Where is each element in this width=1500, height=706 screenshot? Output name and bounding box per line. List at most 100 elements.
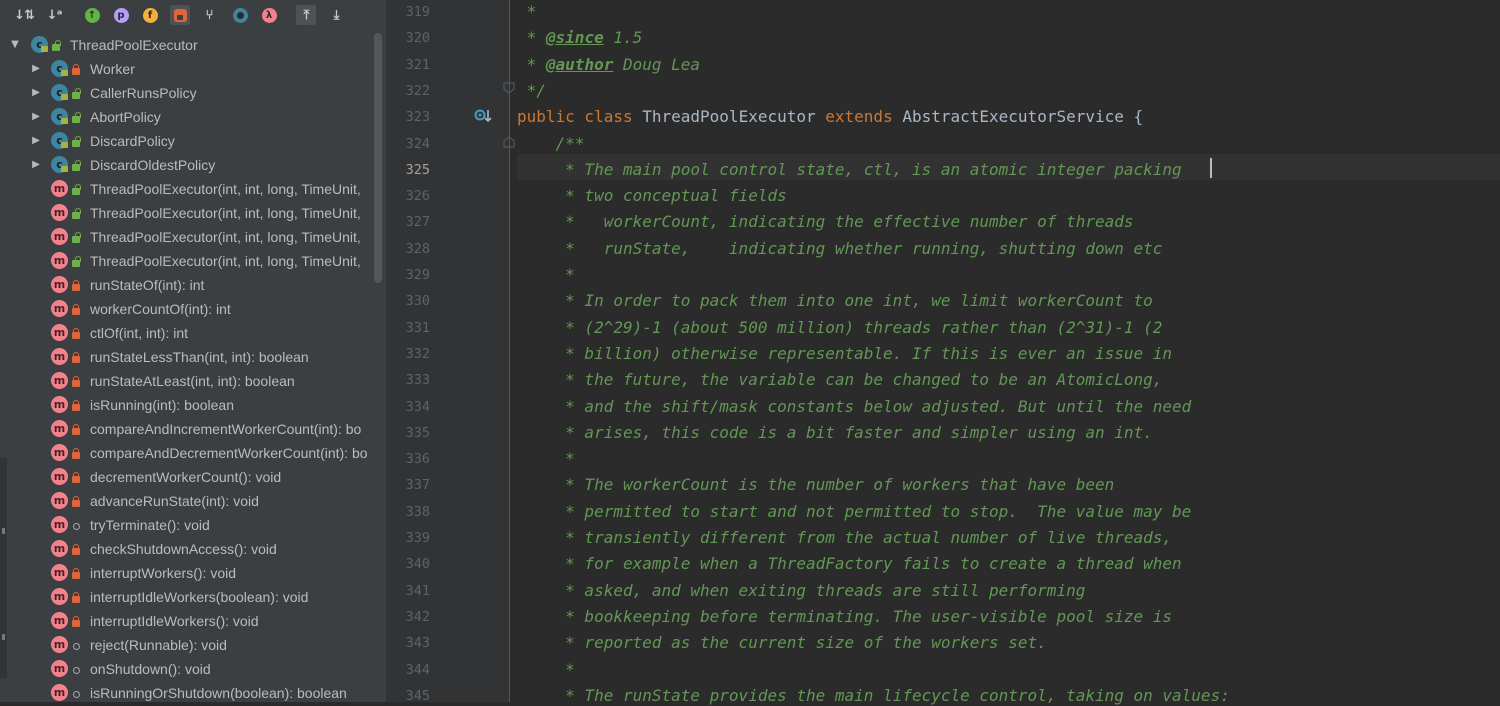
tree-method-node[interactable]: m ThreadPoolExecutor(int, int, long, Time… bbox=[0, 177, 386, 201]
tree-method-node[interactable]: m workerCountOf(int): int bbox=[0, 297, 386, 321]
tree-method-node[interactable]: m compareAndDecrementWorkerCount(int): bo bbox=[0, 441, 386, 465]
lock-body-shape bbox=[72, 188, 80, 195]
tree-item-label: interruptIdleWorkers(boolean): void bbox=[90, 589, 309, 605]
code-line[interactable]: * bbox=[517, 449, 575, 469]
tree-method-node[interactable]: m checkShutdownAccess(): void bbox=[0, 537, 386, 561]
show-hierarchy-button[interactable]: ⑂ bbox=[199, 5, 219, 25]
code-line[interactable]: * and the shift/mask constants below adj… bbox=[517, 397, 1191, 417]
tree-class-node[interactable]: ▶ c Worker bbox=[0, 57, 386, 81]
tree-method-node[interactable]: m onShutdown(): void bbox=[0, 657, 386, 681]
show-non-public-button[interactable] bbox=[170, 5, 190, 25]
code-line[interactable]: * the future, the variable can be change… bbox=[517, 370, 1162, 390]
code-line[interactable]: * runState, indicating whether running, … bbox=[517, 239, 1162, 259]
private-visibility-icon bbox=[71, 64, 81, 75]
show-anonymous-classes-button[interactable] bbox=[230, 5, 250, 25]
class-lock-badge-icon bbox=[41, 46, 48, 52]
method-icon: m bbox=[51, 684, 68, 701]
fold-start-icon[interactable] bbox=[503, 136, 515, 148]
implements-method-gutter-icon[interactable] bbox=[474, 108, 494, 124]
tree-method-node[interactable]: m ctlOf(int, int): int bbox=[0, 321, 386, 345]
collapsed-arrow-icon[interactable]: ▶ bbox=[31, 62, 41, 76]
tree-class-node[interactable]: ▶ c AbortPolicy bbox=[0, 105, 386, 129]
lock-body-shape bbox=[52, 44, 60, 51]
tree-method-node[interactable]: m compareAndIncrementWorkerCount(int): bo bbox=[0, 417, 386, 441]
tree-method-node[interactable]: m advanceRunState(int): void bbox=[0, 489, 386, 513]
collapsed-arrow-icon[interactable]: ▶ bbox=[31, 110, 41, 124]
code-line[interactable]: * (2^29)-1 (about 500 million) threads r… bbox=[517, 318, 1162, 338]
tree-class-node[interactable]: ▶ c CallerRunsPolicy bbox=[0, 81, 386, 105]
collapsed-arrow-icon[interactable]: ▶ bbox=[31, 134, 41, 148]
tree-method-node[interactable]: m interruptIdleWorkers(): void bbox=[0, 609, 386, 633]
method-icon: m bbox=[51, 228, 68, 245]
tree-method-node[interactable]: m runStateAtLeast(int, int): boolean bbox=[0, 369, 386, 393]
text-caret bbox=[1210, 158, 1212, 178]
code-line[interactable]: * bookkeeping before terminating. The us… bbox=[517, 607, 1172, 627]
show-properties-button[interactable]: p bbox=[111, 5, 131, 25]
line-number: 320 bbox=[405, 30, 430, 47]
show-lambdas-button[interactable]: λ bbox=[259, 5, 279, 25]
expand-arrow-icon[interactable]: ▼ bbox=[10, 38, 20, 52]
show-fields-button[interactable]: f bbox=[140, 5, 160, 25]
tree-class-node[interactable]: ▼ c ThreadPoolExecutor bbox=[0, 33, 386, 57]
javadoc-tag: @since bbox=[545, 28, 604, 48]
code-line[interactable]: public class ThreadPoolExecutor extends … bbox=[517, 107, 1143, 127]
tree-method-node[interactable]: m isRunningOrShutdown(boolean): boolean bbox=[0, 681, 386, 702]
code-line[interactable]: * The workerCount is the number of worke… bbox=[517, 475, 1114, 495]
sort-by-visibility-button[interactable]: ↓⇅ bbox=[14, 5, 35, 25]
code-line[interactable]: * bbox=[517, 2, 537, 22]
tree-method-node[interactable]: m tryTerminate(): void bbox=[0, 513, 386, 537]
dot-shape bbox=[73, 643, 80, 650]
tree-class-node[interactable]: ▶ c DiscardOldestPolicy bbox=[0, 153, 386, 177]
doc-comment-text: /** bbox=[517, 133, 585, 153]
code-line[interactable]: * for example when a ThreadFactory fails… bbox=[517, 554, 1182, 574]
code-line[interactable]: * workerCount, indicating the effective … bbox=[517, 212, 1133, 232]
line-number: 344 bbox=[405, 661, 430, 678]
code-line[interactable]: * arises, this code is a bit faster and … bbox=[517, 423, 1153, 443]
code-line[interactable]: * asked, and when exiting threads are st… bbox=[517, 581, 1085, 601]
method-icon: m bbox=[51, 612, 68, 629]
line-number: 323 bbox=[405, 109, 430, 126]
code-line[interactable]: * transiently different from the actual … bbox=[517, 528, 1172, 548]
tree-method-node[interactable]: m ThreadPoolExecutor(int, int, long, Time… bbox=[0, 249, 386, 273]
autoscroll-from-source-button[interactable]: ⤓ bbox=[326, 5, 346, 25]
tree-method-node[interactable]: m interruptWorkers(): void bbox=[0, 561, 386, 585]
code-line[interactable]: * permitted to start and not permitted t… bbox=[517, 502, 1191, 522]
structure-scrollbar[interactable] bbox=[374, 33, 382, 283]
tree-method-node[interactable]: m runStateLessThan(int, int): boolean bbox=[0, 345, 386, 369]
method-icon: m bbox=[51, 324, 68, 341]
fold-end-icon[interactable] bbox=[503, 82, 515, 94]
line-number: 322 bbox=[405, 82, 430, 99]
code-line[interactable]: * The runState provides the main lifecyc… bbox=[517, 686, 1230, 706]
tree-item-label: compareAndDecrementWorkerCount(int): bo bbox=[90, 445, 368, 461]
collapsed-arrow-icon[interactable]: ▶ bbox=[31, 158, 41, 172]
method-icon: m bbox=[51, 564, 68, 581]
code-line[interactable]: * The main pool control state, ctl, is a… bbox=[517, 160, 1182, 180]
code-line[interactable]: * reported as the current size of the wo… bbox=[517, 633, 1047, 653]
tree-class-node[interactable]: ▶ c DiscardPolicy bbox=[0, 129, 386, 153]
tree-method-node[interactable]: m ThreadPoolExecutor(int, int, long, Time… bbox=[0, 225, 386, 249]
code-line[interactable]: */ bbox=[517, 81, 546, 101]
code-line[interactable]: * In order to pack them into one int, we… bbox=[517, 291, 1153, 311]
code-line[interactable]: /** bbox=[517, 133, 585, 154]
sort-alphabetically-button[interactable]: ↓ᵃ bbox=[44, 5, 64, 25]
code-line[interactable]: * @author Doug Lea bbox=[517, 55, 700, 75]
tree-method-node[interactable]: m runStateOf(int): int bbox=[0, 273, 386, 297]
autoscroll-to-source-button[interactable]: ⤒ bbox=[296, 5, 316, 25]
tree-method-node[interactable]: m reject(Runnable): void bbox=[0, 633, 386, 657]
doc-comment-text: * runState, indicating whether running, … bbox=[517, 238, 1163, 258]
public-visibility-icon bbox=[71, 88, 81, 99]
tree-method-node[interactable]: m interruptIdleWorkers(boolean): void bbox=[0, 585, 386, 609]
show-inherited-button[interactable]: ↑ bbox=[82, 5, 102, 25]
tree-method-node[interactable]: m isRunning(int): boolean bbox=[0, 393, 386, 417]
package-visibility-icon bbox=[71, 688, 81, 699]
code-line[interactable]: * bbox=[517, 265, 575, 285]
code-line[interactable]: * @since 1.5 bbox=[517, 28, 643, 48]
method-icon: m bbox=[51, 300, 68, 317]
code-line[interactable]: * two conceptual fields bbox=[517, 186, 787, 206]
code-line[interactable]: * billion) otherwise representable. If t… bbox=[517, 344, 1172, 364]
collapsed-arrow-icon[interactable]: ▶ bbox=[31, 86, 41, 100]
tree-method-node[interactable]: m ThreadPoolExecutor(int, int, long, Time… bbox=[0, 201, 386, 225]
tree-method-node[interactable]: m decrementWorkerCount(): void bbox=[0, 465, 386, 489]
code-line[interactable]: * bbox=[517, 660, 575, 680]
private-visibility-icon bbox=[71, 472, 81, 483]
